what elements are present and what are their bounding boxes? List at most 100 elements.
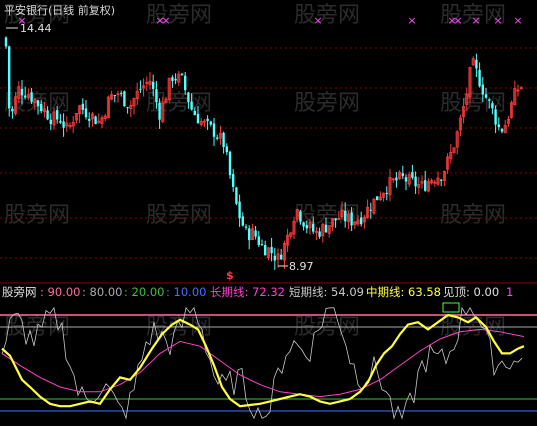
level-90-label: : 90.00 [40, 285, 80, 299]
candle-body-down [187, 92, 190, 102]
candle-body-down [244, 226, 248, 228]
candle-body-down [395, 177, 398, 181]
indicator-header: 股旁网 : 90.00 : 80.00 : 20.00 : 10.00 长期线:… [2, 285, 513, 299]
candle-body-down [171, 77, 174, 81]
cross-marker: × [453, 14, 462, 27]
top-signal-box [442, 302, 460, 313]
candle-body-down [20, 88, 24, 96]
candle-body-down [36, 100, 40, 106]
candle-body-down [273, 255, 276, 261]
high-price-label: 14.44 [20, 22, 52, 35]
candle-body-down [350, 212, 353, 226]
mid-line-label: 中期线: 63.58 [366, 285, 441, 299]
level-10-label: : 10.00 [166, 285, 206, 299]
candle-body-down [360, 217, 363, 225]
candle-body-down [248, 228, 251, 241]
low-price-label: 8.97 [289, 260, 314, 273]
candle-body-down [8, 46, 11, 109]
candle-body-down [113, 95, 116, 97]
top-signal-label: 见顶: 0.00 [443, 285, 499, 299]
candle-body-down [46, 110, 49, 120]
candle-body-down [324, 224, 328, 233]
candle-body-down [270, 246, 273, 254]
candle-body-down [228, 151, 232, 176]
cross-marker: × [493, 14, 502, 27]
candle-body-down [299, 211, 302, 222]
candle-body-down [126, 107, 129, 109]
candle-body-down [184, 75, 187, 91]
candle-body-down [81, 103, 84, 110]
candle-body-down [152, 81, 155, 89]
candle-body-down [257, 236, 260, 245]
candle-body-down [280, 254, 283, 260]
candle-body-down [212, 123, 216, 137]
candle-body-down [24, 95, 27, 98]
level-20-label: : 20.00 [124, 285, 164, 299]
candle-body-down [497, 124, 500, 128]
candle-body-down [302, 222, 305, 227]
candle-body-down [334, 218, 337, 221]
candle-body-down [401, 173, 404, 176]
candle-body-down [478, 69, 481, 87]
candle-body-down [120, 93, 123, 95]
watermark-text: 股旁网 [294, 3, 360, 28]
candle-body-down [190, 101, 193, 110]
candle-body-down [264, 245, 267, 256]
stock-chart[interactable]: 股旁网 股旁网 股旁网 股旁网股旁网 股旁网 股旁网 股旁网股旁网 股旁网 股旁网 股旁网股旁网股… [0, 0, 537, 426]
candle-body-down [238, 201, 241, 219]
candle-body-down [312, 223, 315, 232]
candle-body-down [500, 129, 504, 132]
candle-body-down [484, 94, 488, 98]
watermark-text: 股旁网 [4, 203, 70, 228]
candle-body-down [222, 132, 225, 147]
cross-marker: × [513, 14, 522, 27]
watermark-text: 股旁网 [440, 203, 506, 228]
candle-body-down [491, 103, 494, 109]
buy-signal-marker: $ [226, 269, 234, 282]
candle-body-down [216, 137, 219, 139]
candle-body-down [475, 59, 478, 69]
candle-body-down [196, 113, 200, 124]
candle-body-down [376, 196, 379, 201]
long-line-label: 长期线: 72.32 [210, 285, 285, 299]
candle-body-down [369, 209, 372, 211]
candle-body-down [232, 173, 235, 187]
candle-body-down [174, 78, 177, 81]
candle-body-down [344, 210, 347, 222]
candle-body-down [49, 119, 52, 125]
candle-body-down [40, 103, 43, 112]
candlestick-series [4, 36, 523, 270]
candle-body-down [4, 37, 8, 47]
candle-body-down [481, 84, 484, 95]
indicator-name: 股旁网 [2, 285, 37, 299]
end-marker: 1 [506, 285, 513, 299]
candle-body-down [385, 192, 388, 194]
watermark-text: 股旁网 [146, 203, 212, 228]
candle-body-down [209, 121, 212, 125]
candle-body-down [180, 73, 184, 75]
candle-body-down [305, 225, 308, 229]
candle-body-down [139, 88, 142, 90]
cross-marker: × [407, 14, 416, 27]
candle-body-down [225, 146, 228, 153]
candle-body-down [11, 108, 14, 112]
candle-body-down [123, 91, 126, 107]
short-line-label: 短期线: 54.09 [289, 285, 364, 299]
candle-body-down [318, 231, 321, 237]
candle-body-down [494, 109, 497, 125]
candle-body-down [30, 92, 33, 102]
candle-body-down [88, 118, 91, 121]
cross-marker: × [161, 14, 170, 27]
candle-body-down [404, 177, 408, 182]
candle-body-down [241, 216, 244, 226]
candle-body-down [62, 121, 65, 128]
candle-body-down [260, 244, 264, 246]
chart-title: 平安银行(日线 前复权) [4, 3, 115, 17]
watermark-text: 股旁网 [294, 91, 360, 116]
candle-body-down [411, 172, 414, 178]
cross-marker: × [313, 14, 322, 27]
candle-body-down [56, 110, 59, 120]
candle-body-down [193, 110, 196, 116]
candle-body-down [254, 230, 257, 237]
candle-body-down [440, 179, 443, 181]
